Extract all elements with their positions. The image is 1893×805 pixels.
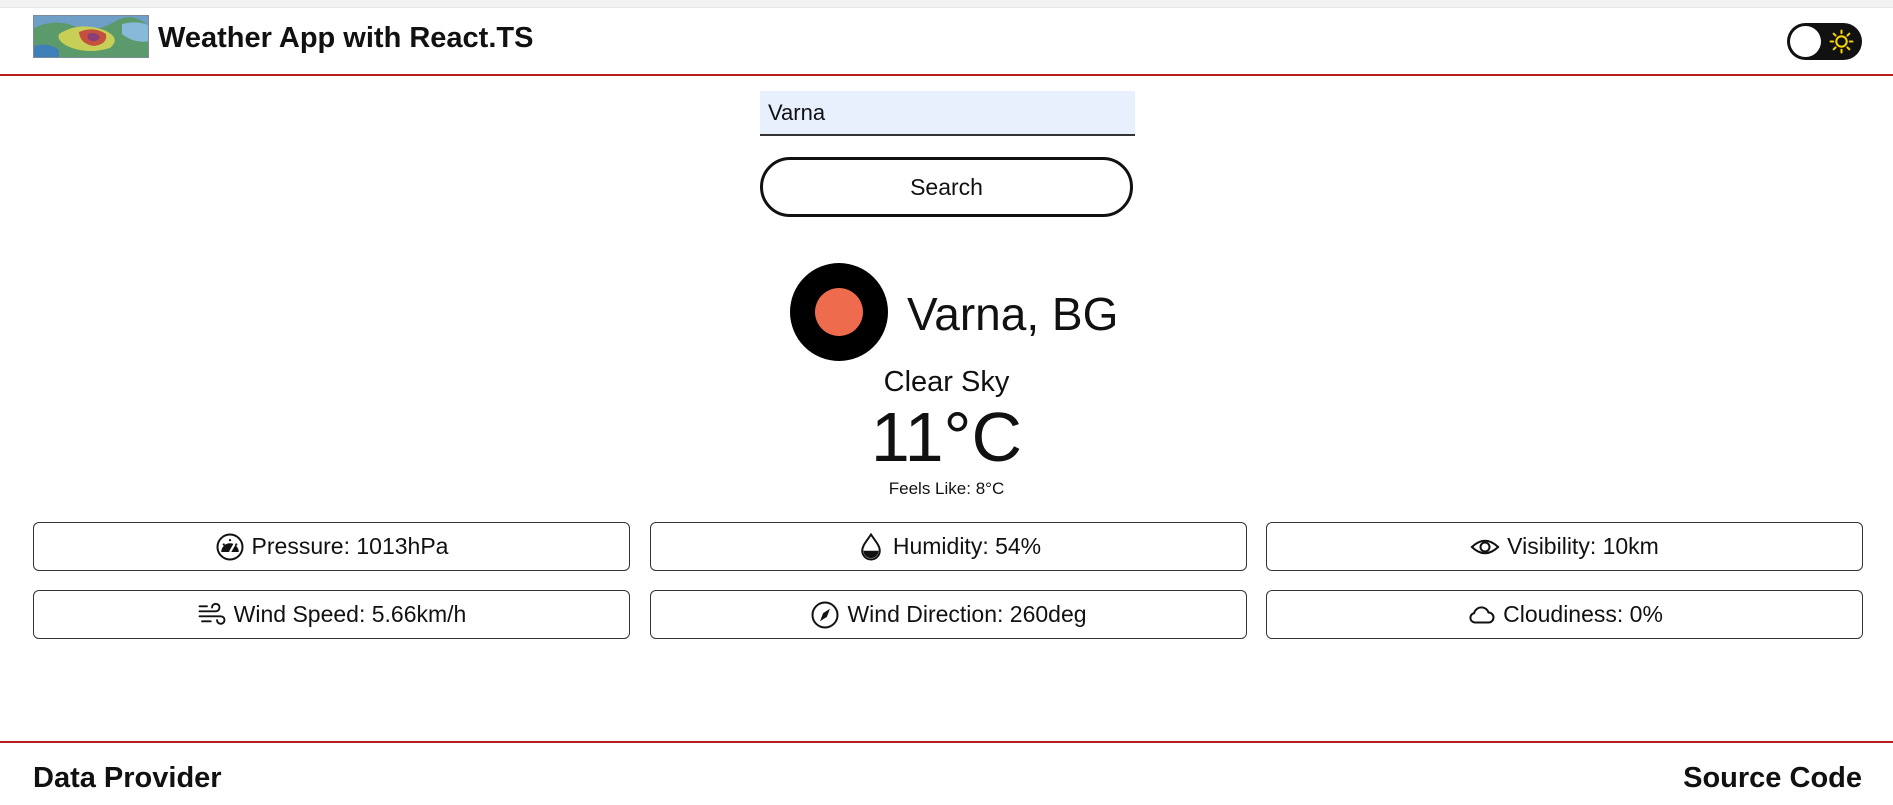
search-button[interactable]: Search xyxy=(760,157,1133,217)
source-code-link[interactable]: Source Code xyxy=(1683,761,1862,795)
sun-icon xyxy=(1829,29,1854,54)
compass-icon xyxy=(810,600,840,630)
feels-like: Feels Like: 8°C xyxy=(888,479,1005,498)
cloudiness-value: Cloudiness: 0% xyxy=(1503,601,1663,627)
wind-direction-value: Wind Direction: 260deg xyxy=(847,601,1087,627)
gauge-icon xyxy=(215,532,245,562)
weather-description: Clear Sky xyxy=(883,366,1010,398)
theme-toggle[interactable] xyxy=(1787,23,1862,60)
wind-speed-card: Wind Speed: 5.66km/h xyxy=(33,590,630,639)
visibility-card: Visibility: 10km xyxy=(1266,522,1863,571)
app-header: Weather App with React.TS xyxy=(0,8,1893,76)
temperature: 11°C xyxy=(870,398,1023,476)
visibility-value: Visibility: 10km xyxy=(1507,533,1659,559)
wind-direction-card: Wind Direction: 260deg xyxy=(650,590,1247,639)
cloudiness-card: Cloudiness: 0% xyxy=(1266,590,1863,639)
app-footer: Data Provider Source Code xyxy=(0,741,1893,805)
wind-speed-value: Wind Speed: 5.66km/h xyxy=(233,601,467,627)
app-title: Weather App with React.TS xyxy=(158,22,534,54)
pressure-card: Pressure: 1013hPa xyxy=(33,522,630,571)
humidity-card: Humidity: 54% xyxy=(650,522,1247,571)
cloud-icon xyxy=(1466,600,1496,630)
location-name: Varna, BG xyxy=(907,288,1119,340)
app-logo-icon xyxy=(33,15,149,58)
toggle-knob xyxy=(1790,26,1821,57)
sun-disc xyxy=(815,288,863,336)
wind-icon xyxy=(197,600,227,630)
pressure-value: Pressure: 1013hPa xyxy=(251,533,449,559)
water-drop-icon xyxy=(856,532,886,562)
clear-sky-icon xyxy=(790,263,888,361)
humidity-value: Humidity: 54% xyxy=(892,533,1042,559)
eye-icon xyxy=(1470,532,1500,562)
city-search-input[interactable] xyxy=(760,91,1135,136)
data-provider-link[interactable]: Data Provider xyxy=(33,761,222,795)
browser-top-strip xyxy=(0,0,1893,8)
